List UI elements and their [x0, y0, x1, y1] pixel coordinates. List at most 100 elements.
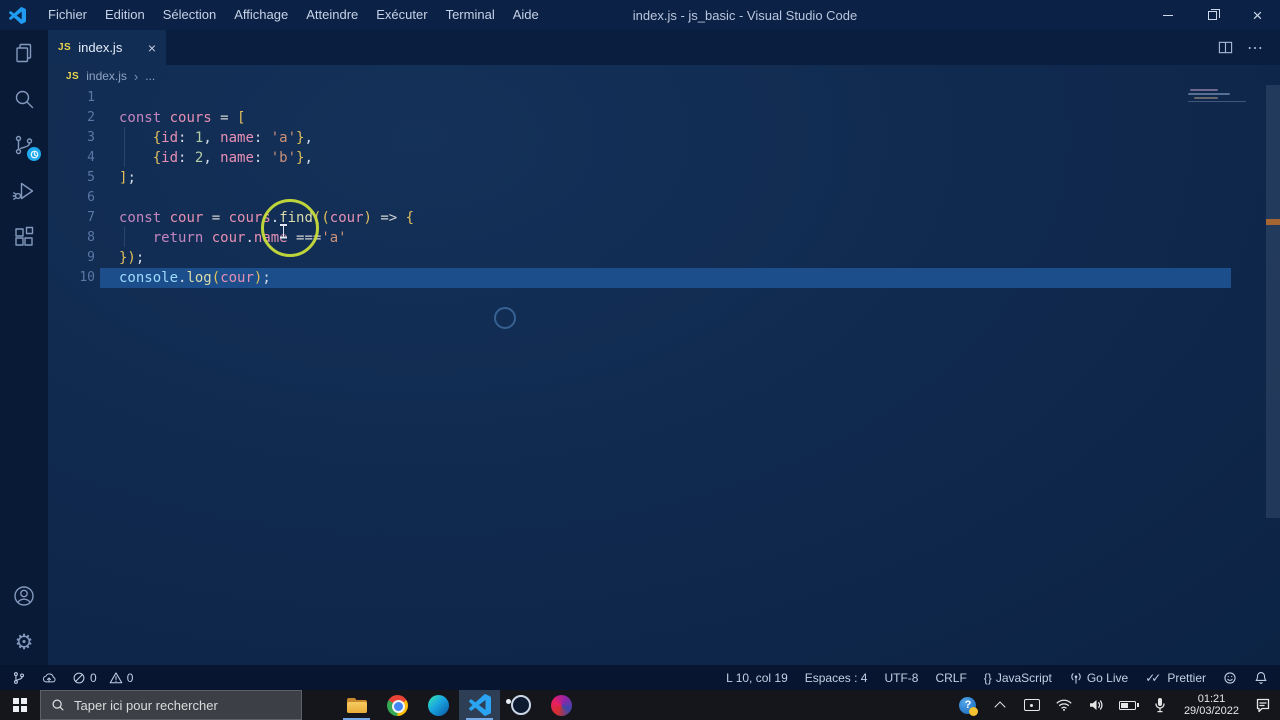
prettier-button[interactable]: ✓✓ Prettier — [1145, 671, 1206, 685]
code-line-10[interactable]: 10 console.log(cour); — [48, 268, 1280, 288]
show-hidden-icons-button[interactable] — [987, 690, 1013, 720]
microphone-button[interactable] — [1147, 690, 1173, 720]
minimap — [1190, 89, 1218, 91]
editor-scrollbar[interactable] — [1266, 85, 1280, 518]
clock-icon — [30, 150, 38, 158]
breadcrumb: JS index.js › ... — [48, 65, 1280, 87]
braces-icon: {} — [983, 670, 992, 685]
search-icon — [15, 90, 34, 109]
tab-close-icon[interactable]: × — [148, 40, 156, 56]
window-controls: × — [1145, 0, 1280, 30]
breadcrumb-file[interactable]: index.js — [86, 69, 127, 83]
git-branch-button[interactable] — [12, 671, 26, 685]
cloud-upload-icon — [43, 672, 56, 682]
account-icon — [14, 586, 34, 606]
explorer-button[interactable] — [0, 30, 48, 76]
edge-button[interactable] — [418, 690, 459, 720]
search-input[interactable] — [74, 697, 274, 713]
minimize-button[interactable] — [1145, 0, 1190, 30]
taskbar-search[interactable] — [40, 690, 302, 720]
start-button[interactable] — [0, 690, 40, 720]
wifi-button[interactable] — [1051, 690, 1077, 720]
code-line-6[interactable]: 6 — [48, 188, 1280, 208]
encoding[interactable]: UTF-8 — [884, 671, 918, 685]
code-line-7[interactable]: 7 const cour = cours.find((cour) => { — [48, 208, 1280, 228]
code-text: console.log(cour); — [119, 270, 271, 286]
settings-button[interactable]: ⚙ — [0, 619, 48, 665]
microphone-icon — [1155, 698, 1165, 713]
screen-recorder-button[interactable] — [500, 690, 541, 720]
feedback-smiley-icon — [1224, 671, 1236, 684]
taskbar-apps — [336, 690, 582, 720]
menu-aide[interactable]: Aide — [504, 0, 548, 30]
source-control-button[interactable] — [0, 122, 48, 168]
vscode-button[interactable] — [459, 690, 500, 720]
chevron-up-icon — [994, 701, 1006, 713]
more-actions-icon[interactable]: ⋯ — [1247, 38, 1264, 58]
action-center-button[interactable] — [1250, 690, 1276, 720]
restore-button[interactable] — [1190, 0, 1235, 30]
indentation[interactable]: Espaces : 4 — [805, 671, 868, 685]
vscode-icon — [468, 694, 491, 716]
status-bar: 0 0 L 10, col 19 Espaces : 4 UTF-8 CRLF … — [0, 665, 1280, 690]
bell-icon — [1255, 671, 1267, 684]
tab-indexjs[interactable]: JS index.js × — [48, 30, 166, 65]
help-badge — [969, 706, 979, 716]
search-button[interactable] — [0, 76, 48, 122]
menu-executer[interactable]: Exécuter — [367, 0, 436, 30]
menu-selection[interactable]: Sélection — [154, 0, 225, 30]
folder-icon — [346, 697, 367, 713]
code-line-3[interactable]: 3 {id: 1, name: 'a'}, — [48, 128, 1280, 148]
editor-actions: ⋯ — [1218, 30, 1280, 65]
code-line-2[interactable]: 2 const cours = [ — [48, 108, 1280, 128]
account-button[interactable] — [0, 573, 48, 619]
code-line-8[interactable]: 8 return cour.name ==='a' — [48, 228, 1280, 248]
windows-taskbar: ? — [0, 690, 1280, 720]
menu-edition[interactable]: Edition — [96, 0, 154, 30]
code-area[interactable]: 1 2 const cours = [3 {id: 1, name: 'a'}, 4 … — [48, 87, 1280, 288]
menu-terminal[interactable]: Terminal — [437, 0, 504, 30]
search-icon — [52, 699, 64, 711]
javascript-file-icon: JS — [66, 70, 80, 82]
menu-atteindre[interactable]: Atteindre — [297, 0, 367, 30]
menu-bar: Fichier Edition Sélection Affichage Atteindr… — [39, 0, 548, 30]
run-debug-button[interactable] — [0, 168, 48, 214]
split-editor-icon[interactable] — [1218, 40, 1233, 55]
code-line-4[interactable]: 4 {id: 2, name: 'b'}, — [48, 148, 1280, 168]
double-check-icon: ✓✓ — [1145, 670, 1161, 685]
volume-button[interactable] — [1083, 690, 1109, 720]
close-button[interactable]: × — [1235, 0, 1280, 30]
extensions-button[interactable] — [0, 214, 48, 260]
language-mode[interactable]: {} JavaScript — [984, 671, 1052, 685]
display-icon — [1023, 699, 1040, 711]
time: 01:21 — [1197, 692, 1226, 705]
help-tray-button[interactable]: ? — [955, 690, 981, 720]
feedback-button[interactable] — [1223, 671, 1237, 685]
warning-count: 0 — [126, 670, 134, 685]
breadcrumb-symbol[interactable]: ... — [145, 69, 155, 83]
browser-icon — [551, 694, 572, 716]
taskbar-clock[interactable]: 01:21 29/03/2022 — [1179, 693, 1244, 718]
notifications-button[interactable] — [1254, 671, 1268, 685]
display-connect-button[interactable] — [1019, 690, 1045, 720]
publish-button[interactable] — [42, 671, 56, 685]
presenter-click-ring — [261, 199, 319, 257]
code-line-9[interactable]: 9}); — [48, 248, 1280, 268]
eol-sequence[interactable]: CRLF — [935, 671, 966, 685]
cursor-position[interactable]: L 10, col 19 — [726, 671, 788, 685]
editor[interactable]: JS index.js › ... 1 2 const cours = [3 {id… — [48, 65, 1280, 665]
problems-button[interactable]: 0 0 — [72, 671, 133, 685]
chrome-button[interactable] — [377, 690, 418, 720]
wifi-icon — [1056, 699, 1072, 711]
menu-fichier[interactable]: Fichier — [39, 0, 96, 30]
go-live-button[interactable]: Go Live — [1069, 671, 1128, 685]
browser-button[interactable] — [541, 690, 582, 720]
line-number: 9 — [87, 250, 95, 265]
run-debug-icon — [12, 182, 34, 200]
line-number: 5 — [87, 170, 95, 185]
battery-button[interactable] — [1115, 690, 1141, 720]
code-line-1[interactable]: 1 — [48, 88, 1280, 108]
code-line-5[interactable]: 5]; — [48, 168, 1280, 188]
file-explorer-button[interactable] — [336, 690, 377, 720]
menu-affichage[interactable]: Affichage — [225, 0, 297, 30]
